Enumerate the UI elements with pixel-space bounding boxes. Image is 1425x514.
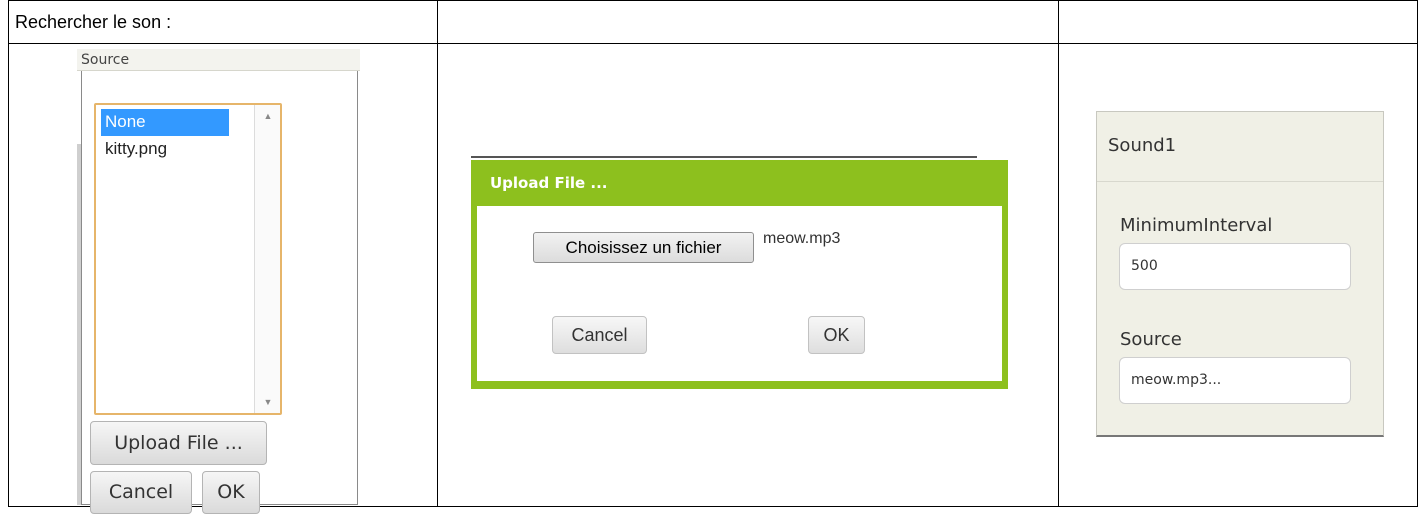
source-panel-area: Source None kitty.png ▲ ▼ Upload File ..… (8, 43, 437, 514)
dialog-top-shadow (471, 156, 977, 158)
list-item[interactable]: kitty.png (101, 136, 229, 163)
dialog-body: Choisissez un fichier meow.mp3 Cancel OK (477, 206, 1002, 381)
properties-panel: Sound1 MinimumInterval 500 Source meow.m… (1096, 111, 1384, 437)
dialog-ok-button[interactable]: OK (808, 316, 865, 354)
minimum-interval-input[interactable]: 500 (1119, 243, 1351, 290)
choose-file-button[interactable]: Choisissez un fichier (533, 232, 754, 263)
asset-listbox[interactable]: None kitty.png ▲ ▼ (94, 103, 282, 415)
header-cell-1: Rechercher le son : (8, 0, 438, 44)
page-title: Rechercher le son : (15, 12, 172, 32)
header-cell-2 (437, 0, 1059, 44)
ok-button[interactable]: OK (202, 471, 260, 514)
component-name: Sound1 (1097, 112, 1383, 182)
listbox-scrollbar[interactable]: ▲ ▼ (254, 105, 280, 413)
source-picker: Source None kitty.png ▲ ▼ Upload File ..… (77, 49, 360, 514)
source-picker-body: None kitty.png ▲ ▼ Upload File ... Cance… (81, 71, 358, 514)
header-cell-3 (1058, 0, 1418, 44)
scroll-up-arrow-icon[interactable]: ▲ (255, 111, 281, 121)
source-label: Source (1120, 329, 1182, 350)
cancel-button[interactable]: Cancel (90, 471, 192, 514)
upload-file-button[interactable]: Upload File ... (90, 421, 267, 465)
table-header-row: Rechercher le son : (8, 0, 1418, 44)
source-field[interactable]: meow.mp3... (1119, 357, 1351, 404)
scroll-down-arrow-icon[interactable]: ▼ (255, 397, 281, 407)
dialog-cancel-button[interactable]: Cancel (552, 316, 647, 354)
selected-file-name: meow.mp3 (763, 230, 841, 247)
dialog-title: Upload File ... (490, 174, 608, 192)
upload-dialog: Upload File ... Choisissez un fichier me… (471, 160, 1008, 389)
source-picker-title: Source (77, 49, 360, 71)
list-item-selected[interactable]: None (101, 109, 229, 136)
minimum-interval-label: MinimumInterval (1120, 215, 1273, 236)
